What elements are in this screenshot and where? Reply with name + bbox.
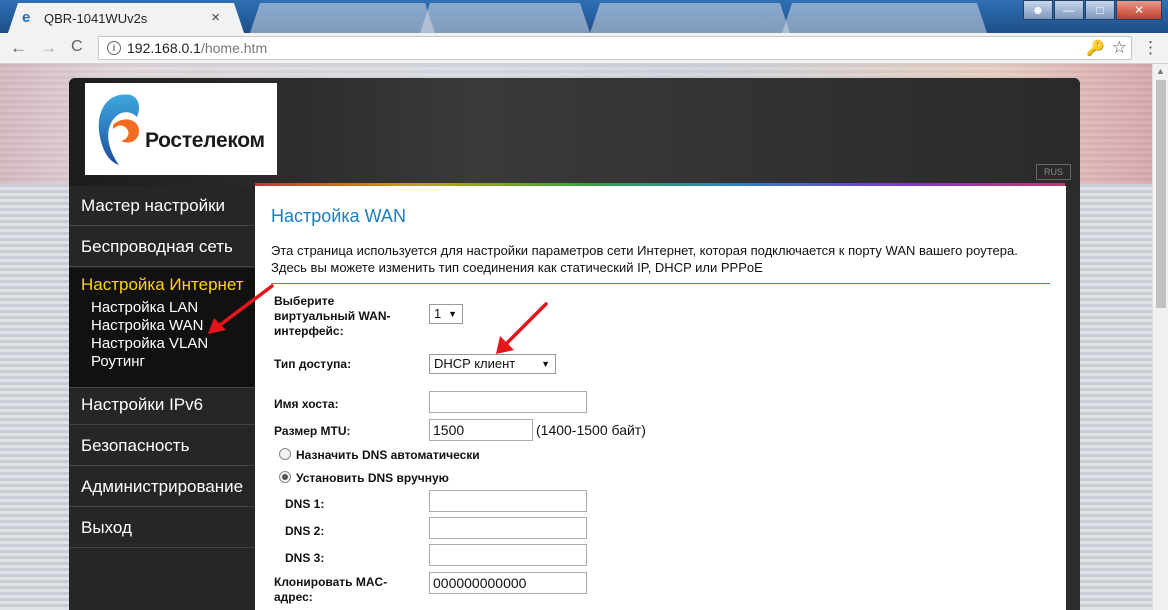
browser-tabstrip: e QBR-1041WUv2s × ☻ — □ ✕ bbox=[0, 0, 1168, 33]
rostelecom-logo: Ростелеком bbox=[85, 83, 277, 175]
dns3-label: DNS 3: bbox=[285, 551, 325, 565]
browser-tab-inactive[interactable] bbox=[420, 3, 590, 33]
tab-title: QBR-1041WUv2s bbox=[44, 11, 148, 26]
scroll-thumb[interactable] bbox=[1156, 80, 1166, 308]
back-arrow-icon[interactable]: ← bbox=[10, 38, 27, 58]
chevron-down-icon: ▼ bbox=[448, 309, 457, 319]
browser-tab-inactive[interactable] bbox=[590, 3, 790, 33]
tab-close-icon[interactable]: × bbox=[211, 9, 220, 26]
bookmark-star-icon[interactable]: ☆ bbox=[1112, 38, 1127, 58]
dns-manual-option[interactable]: Установить DNS вручную bbox=[279, 471, 449, 485]
dns-manual-radio[interactable] bbox=[279, 471, 291, 483]
forward-arrow-icon[interactable]: → bbox=[40, 38, 57, 58]
browser-toolbar: ← → C i 192.168.0.1/home.htm 🔑 ☆ ⋮ bbox=[0, 33, 1168, 64]
page-title: Настройка WAN bbox=[271, 206, 406, 226]
mac-clone-label: Клонировать MAC-адрес: bbox=[274, 575, 388, 604]
logo-text: Ростелеком bbox=[145, 129, 265, 152]
sidebar-item-wireless[interactable]: Беспроводная сеть bbox=[69, 227, 255, 267]
scroll-up-icon[interactable]: ▲ bbox=[1156, 66, 1165, 76]
minimize-button[interactable]: — bbox=[1054, 0, 1084, 20]
dns3-input[interactable] bbox=[429, 544, 587, 566]
dns1-label: DNS 1: bbox=[285, 497, 325, 511]
dns2-input[interactable] bbox=[429, 517, 587, 539]
window-controls: ☻ — □ ✕ bbox=[1022, 0, 1162, 20]
page-description: Эта страница используется для настройки … bbox=[271, 243, 1018, 275]
sidebar-item-wizard[interactable]: Мастер настройки bbox=[69, 186, 255, 226]
browser-tab-active[interactable]: e QBR-1041WUv2s × bbox=[8, 3, 244, 33]
mac-clone-input[interactable]: 000000000000 bbox=[429, 572, 587, 594]
sidebar-item-logout[interactable]: Выход bbox=[69, 508, 255, 548]
dns-auto-label: Назначить DNS автоматически bbox=[296, 448, 480, 462]
page-scrollbar[interactable]: ▲ bbox=[1152, 64, 1168, 610]
mtu-input[interactable]: 1500 bbox=[429, 419, 533, 441]
wan-interface-label: Выберите виртуальный WAN-интерфейс: bbox=[274, 294, 391, 338]
main-content: Настройка WAN Эта страница используется … bbox=[255, 186, 1066, 610]
router-header: Ростелеком RUS bbox=[69, 78, 1080, 187]
sidebar-item-admin[interactable]: Администрирование bbox=[69, 467, 255, 507]
submenu-item-routing[interactable]: Роутинг bbox=[91, 353, 255, 371]
maximize-button[interactable]: □ bbox=[1085, 0, 1115, 20]
title-divider bbox=[271, 283, 1050, 284]
reload-icon[interactable]: C bbox=[71, 38, 83, 56]
info-icon[interactable]: i bbox=[107, 41, 121, 55]
browser-menu-icon[interactable]: ⋮ bbox=[1142, 38, 1159, 58]
annotation-arrow-icon bbox=[496, 302, 548, 354]
browser-tab-inactive[interactable] bbox=[250, 3, 435, 33]
mtu-label: Размер MTU: bbox=[274, 424, 351, 438]
sidebar-item-ipv6[interactable]: Настройки IPv6 bbox=[69, 385, 255, 425]
dns-auto-radio[interactable] bbox=[279, 448, 291, 460]
dns2-label: DNS 2: bbox=[285, 524, 325, 538]
close-window-button[interactable]: ✕ bbox=[1116, 0, 1162, 20]
wan-interface-value: 1 bbox=[434, 306, 442, 321]
sidebar-menu: Мастер настройки Беспроводная сеть Настр… bbox=[69, 186, 255, 610]
sidebar-item-security[interactable]: Безопасность bbox=[69, 426, 255, 466]
wan-interface-select[interactable]: 1 ▼ bbox=[429, 304, 463, 324]
language-button[interactable]: RUS bbox=[1036, 164, 1071, 180]
dns-auto-option[interactable]: Назначить DNS автоматически bbox=[279, 448, 480, 462]
hostname-label: Имя хоста: bbox=[274, 397, 339, 411]
url-text: 192.168.0.1/home.htm bbox=[127, 40, 268, 56]
hostname-input[interactable] bbox=[429, 391, 587, 413]
user-icon[interactable]: ☻ bbox=[1023, 0, 1053, 20]
dns-manual-label: Установить DNS вручную bbox=[296, 471, 449, 485]
dns1-input[interactable] bbox=[429, 490, 587, 512]
mtu-hint: (1400-1500 байт) bbox=[536, 422, 646, 438]
rostelecom-favicon-icon: e bbox=[22, 9, 31, 26]
key-icon[interactable]: 🔑 bbox=[1086, 39, 1105, 57]
annotation-arrow-icon bbox=[208, 284, 274, 334]
access-type-label: Тип доступа: bbox=[274, 357, 352, 371]
router-panel: Ростелеком RUS Мастер настройки Беспрово… bbox=[69, 78, 1080, 610]
browser-tab-inactive[interactable] bbox=[782, 3, 987, 33]
address-bar[interactable]: i 192.168.0.1/home.htm 🔑 ☆ bbox=[98, 36, 1132, 60]
rostelecom-logo-icon bbox=[98, 94, 139, 165]
